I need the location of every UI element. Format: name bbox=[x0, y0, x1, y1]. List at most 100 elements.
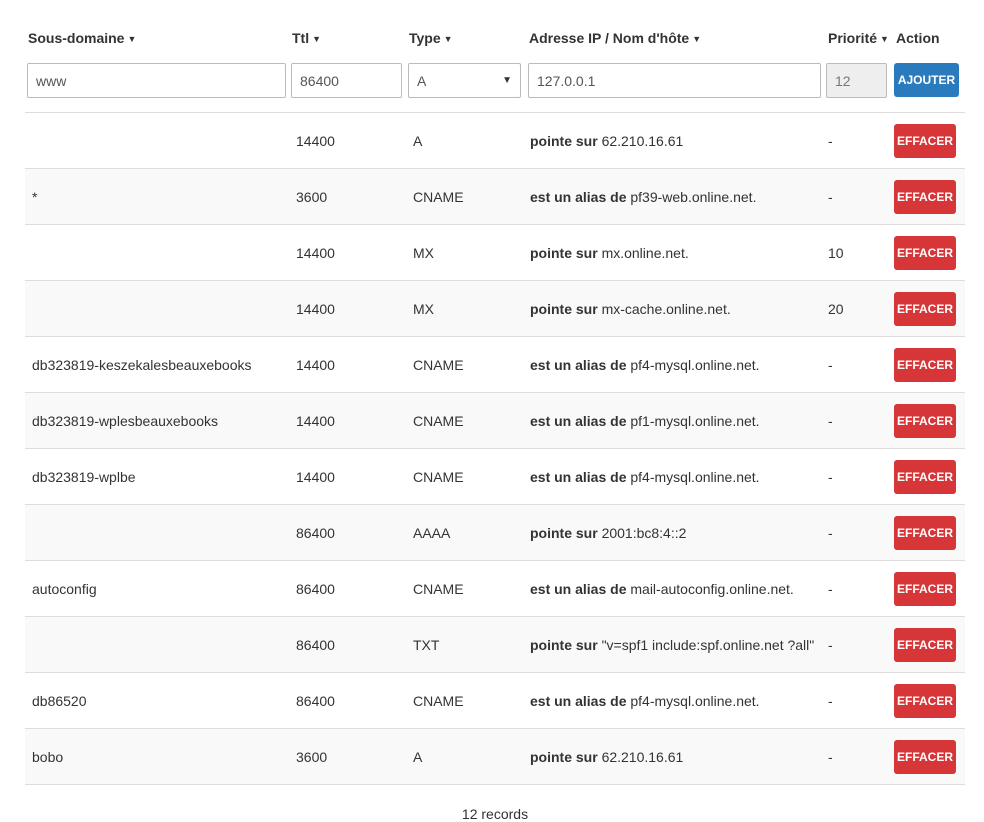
target-value: mail-autoconfig.online.net. bbox=[630, 580, 794, 597]
header-action-label: Action bbox=[896, 30, 940, 46]
target-label: est un alias de bbox=[530, 692, 627, 709]
sort-caret-icon: ▼ bbox=[692, 34, 702, 45]
delete-button[interactable]: EFFACER bbox=[894, 179, 956, 214]
delete-button[interactable]: EFFACER bbox=[894, 459, 956, 494]
delete-button[interactable]: EFFACER bbox=[894, 123, 956, 158]
type-select[interactable]: A ▼ bbox=[408, 63, 521, 98]
cell-ttl: 14400 bbox=[296, 468, 335, 485]
table-row: 14400 MX pointe sur mx-cache.online.net. 20… bbox=[25, 281, 965, 337]
table-row: 14400 Apointe sur 62.210.16.61- EFFACER bbox=[25, 113, 965, 169]
cell-type: MX bbox=[413, 244, 434, 261]
cell-type: TXT bbox=[413, 636, 440, 653]
target-label: est un alias de bbox=[530, 580, 627, 597]
target-value: pf4-mysql.online.net. bbox=[630, 356, 760, 373]
cell-action: EFFACER bbox=[893, 683, 965, 718]
target-value: "v=spf1 include:spf.online.net ?all" bbox=[601, 636, 815, 653]
cell-priority: 20 bbox=[828, 300, 844, 317]
table-row: db86520 86400 CNAME est un alias de pf4-mys… bbox=[25, 673, 965, 729]
target-input[interactable] bbox=[528, 63, 821, 98]
cell-action: EFFACER bbox=[893, 739, 965, 774]
cell-priority: - bbox=[828, 748, 833, 765]
sort-caret-icon: ▼ bbox=[443, 34, 453, 45]
target-label: pointe sur bbox=[530, 132, 598, 149]
target-label: pointe sur bbox=[530, 300, 598, 317]
cell-subdomain: * bbox=[32, 188, 38, 205]
header-ttl[interactable]: Ttl ▼ bbox=[289, 0, 406, 56]
target-value: 62.210.16.61 bbox=[601, 748, 684, 765]
sort-caret-icon: ▼ bbox=[312, 34, 322, 45]
type-select-value: A bbox=[417, 72, 427, 89]
cell-ttl: 86400 bbox=[296, 636, 335, 653]
header-priority-label: Priorité bbox=[828, 30, 878, 46]
cell-action: EFFACER bbox=[893, 347, 965, 382]
delete-button[interactable]: EFFACER bbox=[894, 627, 956, 662]
cell-ttl: 86400 bbox=[296, 524, 335, 541]
cell-target: pointe sur 62.210.16.61 bbox=[526, 133, 825, 149]
cell-subdomain: db323819-keszekalesbeauxebooks bbox=[32, 356, 252, 373]
cell-target: est un alias de pf4-mysql.online.net. bbox=[526, 469, 825, 485]
cell-ttl: 14400 bbox=[296, 412, 335, 429]
cell-subdomain: db86520 bbox=[32, 692, 87, 709]
target-value: 2001:bc8:4::2 bbox=[601, 524, 687, 541]
cell-target: pointe sur mx.online.net. bbox=[526, 245, 825, 261]
target-value: pf1-mysql.online.net. bbox=[630, 412, 760, 429]
header-type-label: Type bbox=[409, 30, 441, 46]
cell-type: MX bbox=[413, 300, 434, 317]
ttl-input[interactable] bbox=[291, 63, 402, 98]
target-value: pf4-mysql.online.net. bbox=[630, 468, 760, 485]
header-subdomain[interactable]: Sous-domaine ▼ bbox=[25, 0, 289, 56]
cell-ttl: 14400 bbox=[296, 356, 335, 373]
cell-priority: - bbox=[828, 356, 833, 373]
cell-action: EFFACER bbox=[893, 459, 965, 494]
cell-priority: - bbox=[828, 524, 833, 541]
target-value: pf39-web.online.net. bbox=[630, 188, 757, 205]
table-row: db323819-keszekalesbeauxebooks 14400 CNAME… bbox=[25, 337, 965, 393]
target-label: est un alias de bbox=[530, 412, 627, 429]
priority-input[interactable] bbox=[826, 63, 887, 98]
cell-action: EFFACER bbox=[893, 403, 965, 438]
cell-priority: - bbox=[828, 580, 833, 597]
header-type[interactable]: Type ▼ bbox=[406, 0, 526, 56]
header-ttl-label: Ttl bbox=[292, 30, 310, 46]
cell-priority: - bbox=[828, 132, 833, 149]
cell-action: EFFACER bbox=[893, 515, 965, 550]
delete-button[interactable]: EFFACER bbox=[894, 291, 956, 326]
cell-priority: 10 bbox=[828, 244, 844, 261]
cell-type: A bbox=[413, 748, 423, 765]
delete-button[interactable]: EFFACER bbox=[894, 235, 956, 270]
delete-button[interactable]: EFFACER bbox=[894, 347, 956, 382]
table-row: 86400 TXT pointe sur "v=spf1 include:spf.o… bbox=[25, 617, 965, 673]
target-label: est un alias de bbox=[530, 356, 627, 373]
cell-priority: - bbox=[828, 412, 833, 429]
delete-button[interactable]: EFFACER bbox=[894, 571, 956, 606]
table-row: db323819-wplesbeauxebooks 14400 CNAME est u… bbox=[25, 393, 965, 449]
delete-button[interactable]: EFFACER bbox=[894, 403, 956, 438]
header-priority[interactable]: Priorité ▼ bbox=[825, 0, 893, 56]
header-target[interactable]: Adresse IP / Nom d'hôte ▼ bbox=[526, 0, 825, 56]
cell-target: est un alias de pf1-mysql.online.net. bbox=[526, 413, 825, 429]
record-count: 12 records bbox=[461, 806, 529, 822]
select-arrow-icon: ▼ bbox=[502, 75, 512, 86]
table-row: * 3600 CNAME est un alias de pf39-web.onlin… bbox=[25, 169, 965, 225]
cell-action: EFFACER bbox=[893, 291, 965, 326]
cell-type: CNAME bbox=[413, 188, 464, 205]
cell-ttl: 86400 bbox=[296, 692, 335, 709]
cell-ttl: 3600 bbox=[296, 188, 328, 205]
cell-type: CNAME bbox=[413, 692, 464, 709]
target-value: mx-cache.online.net. bbox=[601, 300, 731, 317]
table-row: 86400 AAAA pointe sur 2001:bc8:4::2- EFFACE… bbox=[25, 505, 965, 561]
delete-button[interactable]: EFFACER bbox=[894, 515, 956, 550]
add-button[interactable]: AJOUTER bbox=[894, 63, 959, 97]
target-label: est un alias de bbox=[530, 188, 627, 205]
header-target-label: Adresse IP / Nom d'hôte bbox=[529, 30, 690, 46]
target-label: pointe sur bbox=[530, 244, 598, 261]
delete-button[interactable]: EFFACER bbox=[894, 739, 956, 774]
subdomain-input[interactable] bbox=[27, 63, 286, 98]
cell-target: est un alias de pf4-mysql.online.net. bbox=[526, 693, 825, 709]
table-header: Sous-domaine ▼ Ttl ▼ Type ▼ Adresse IP / No… bbox=[25, 0, 965, 56]
cell-priority: - bbox=[828, 468, 833, 485]
cell-target: est un alias de pf4-mysql.online.net. bbox=[526, 357, 825, 373]
delete-button[interactable]: EFFACER bbox=[894, 683, 956, 718]
cell-target: est un alias de mail-autoconfig.online.n… bbox=[526, 581, 825, 597]
target-value: 62.210.16.61 bbox=[601, 132, 684, 149]
